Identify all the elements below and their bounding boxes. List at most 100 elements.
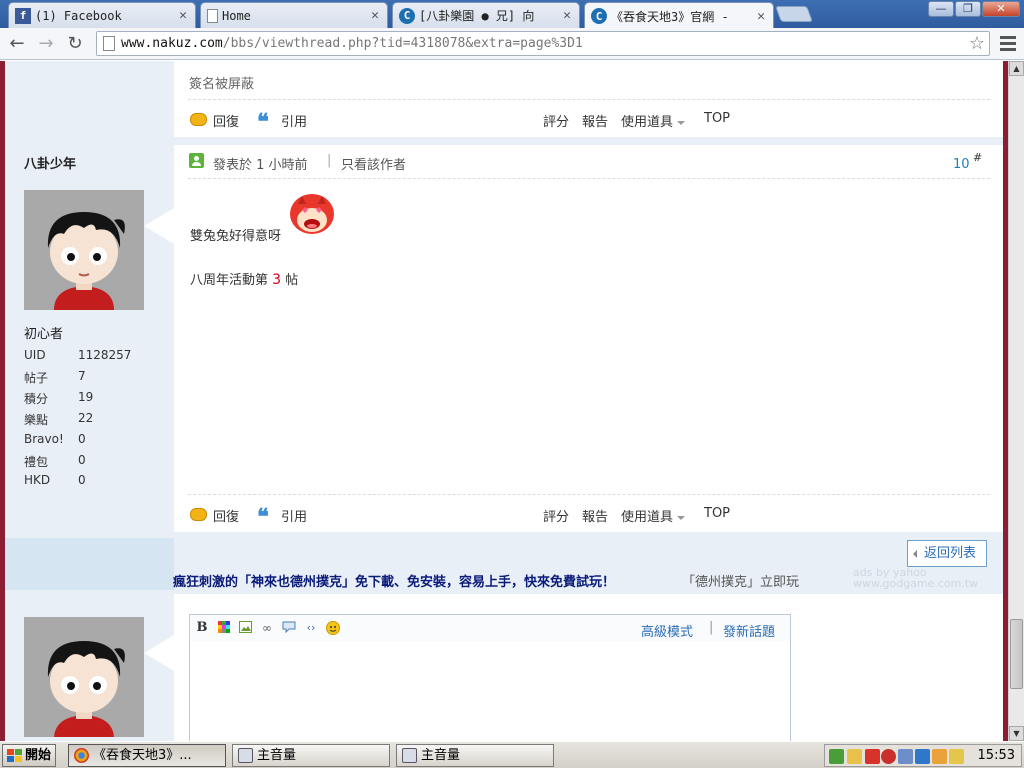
page-viewport: 簽名被屏蔽 回復 ❝ 引用 評分 報告 使用道具 TOP 八卦少年 初心者 UI… xyxy=(0,61,1008,741)
windows-taskbar: 開始 《吞食天地3》... 主音量 主音量 15:53 xyxy=(0,741,1024,768)
taskbar-item-volume[interactable]: 主音量 xyxy=(396,744,554,767)
address-bar[interactable]: www.nakuz.com/bbs/viewthread.php?tid=431… xyxy=(96,31,990,56)
stat-value: 22 xyxy=(78,411,94,425)
tab-title: Home xyxy=(222,8,251,23)
author-name[interactable]: 八卦少年 xyxy=(24,153,76,172)
color-icon[interactable] xyxy=(217,621,231,635)
tab-forum-thread[interactable]: C [八卦樂園 ● 兄] 向 ✕ xyxy=(392,2,580,28)
forward-arrow-icon[interactable]: → xyxy=(35,33,57,55)
input-method-icon[interactable] xyxy=(949,749,964,764)
tray-app-icon[interactable] xyxy=(881,749,896,764)
top-link[interactable]: TOP xyxy=(704,506,730,521)
user-icon xyxy=(189,153,204,168)
avatar[interactable] xyxy=(24,617,144,737)
reply-link[interactable]: 回復 xyxy=(213,111,239,130)
tray-app-icon[interactable] xyxy=(915,749,930,764)
bold-icon[interactable]: B xyxy=(195,621,209,635)
url-text: www.nakuz.com/bbs/viewthread.php?tid=431… xyxy=(121,36,583,51)
toolbar-separator: | xyxy=(709,620,714,635)
close-window-button[interactable]: ✕ xyxy=(982,1,1020,17)
tab-facebook[interactable]: f (1) Facebook ✕ xyxy=(8,2,196,28)
clock[interactable]: 15:53 xyxy=(978,748,1015,763)
code-icon[interactable]: ‹› xyxy=(304,621,318,635)
scroll-up-arrow-icon[interactable]: ▲ xyxy=(1009,61,1024,76)
tab-active-page[interactable]: C 《吞食天地3》官網 - ✕ xyxy=(584,2,774,29)
network-icon[interactable] xyxy=(829,749,844,764)
reply-icon[interactable] xyxy=(190,508,207,521)
back-to-list-label: 返回列表 xyxy=(924,546,977,561)
close-tab-icon[interactable]: ✕ xyxy=(753,9,769,24)
avatar-image xyxy=(24,619,144,737)
windows-logo-icon xyxy=(7,749,22,763)
smiley-icon[interactable] xyxy=(326,621,340,635)
back-to-list-button[interactable]: 返回列表 xyxy=(907,540,987,567)
quote-link[interactable]: 引用 xyxy=(281,506,307,525)
stat-label: UID xyxy=(24,348,46,362)
tray-app-icon[interactable] xyxy=(847,749,862,764)
reload-icon[interactable]: ↻ xyxy=(64,33,86,55)
back-arrow-icon[interactable]: ← xyxy=(6,33,28,55)
avatar[interactable] xyxy=(24,190,144,310)
vertical-scrollbar[interactable]: ▲ ▼ xyxy=(1008,61,1024,741)
quick-reply-box[interactable]: B ∞ ‹› 高級模式 | 發新話題 xyxy=(189,614,791,741)
bookmark-star-icon[interactable]: ☆ xyxy=(969,33,985,54)
task-label: 主音量 xyxy=(421,748,461,763)
ad-domain[interactable]: www.godgame.com.tw xyxy=(853,577,978,590)
rate-link[interactable]: 評分 xyxy=(543,111,569,130)
ad-row-left xyxy=(5,538,174,590)
header-separator: | xyxy=(327,153,332,168)
start-button[interactable]: 開始 xyxy=(2,744,56,767)
link-icon[interactable]: ∞ xyxy=(260,621,274,635)
stat-value: 7 xyxy=(78,369,86,383)
scroll-thumb[interactable] xyxy=(1010,619,1023,689)
quote-icon[interactable]: ❝ xyxy=(257,111,269,133)
floor-number[interactable]: 10 xyxy=(953,157,970,172)
avatar-pointer xyxy=(144,208,174,244)
post-message-line1: 雙兔兔好得意呀 xyxy=(190,229,282,244)
search-icon[interactable] xyxy=(898,749,913,764)
top-link[interactable]: TOP xyxy=(704,111,730,126)
rate-link[interactable]: 評分 xyxy=(543,506,569,525)
only-author-link[interactable]: 只看該作者 xyxy=(341,154,406,173)
reply-link[interactable]: 回復 xyxy=(213,506,239,525)
reply-icon[interactable] xyxy=(190,113,207,126)
close-tab-icon[interactable]: ✕ xyxy=(175,8,191,23)
close-tab-icon[interactable]: ✕ xyxy=(559,8,575,23)
close-tab-icon[interactable]: ✕ xyxy=(367,8,383,23)
quote-bubble-icon[interactable] xyxy=(282,621,296,635)
stat-label: HKD xyxy=(24,473,51,487)
volume-icon[interactable] xyxy=(932,749,947,764)
image-icon[interactable] xyxy=(238,621,252,635)
new-tab-button[interactable] xyxy=(775,6,813,22)
menu-icon[interactable] xyxy=(998,33,1018,55)
url-host: www.nakuz.com xyxy=(121,36,223,51)
taskbar-item-volume[interactable]: 主音量 xyxy=(232,744,390,767)
system-tray: 15:53 xyxy=(824,744,1022,767)
new-topic-link[interactable]: 發新話題 xyxy=(723,621,775,640)
scroll-down-arrow-icon[interactable]: ▼ xyxy=(1009,726,1024,741)
ad-tagline[interactable]: 「德州撲克」立即玩 xyxy=(682,571,799,590)
advanced-mode-link[interactable]: 高級模式 xyxy=(641,621,693,640)
page-icon xyxy=(103,36,115,51)
tools-menu[interactable]: 使用道具 xyxy=(621,111,686,130)
stat-label: 樂點 xyxy=(24,413,49,427)
minimize-button[interactable]: — xyxy=(928,1,954,17)
taskbar-item-browser[interactable]: 《吞食天地3》... xyxy=(68,744,226,767)
report-link[interactable]: 報告 xyxy=(582,111,608,130)
maximize-button[interactable]: ❐ xyxy=(955,1,981,17)
ad-headline[interactable]: 瘋狂刺激的「神來也德州撲克」免下載、免安裝，容易上手，快來免費試玩！ xyxy=(173,571,615,590)
tab-home[interactable]: Home ✕ xyxy=(200,2,388,28)
report-link[interactable]: 報告 xyxy=(582,506,608,525)
avatar-pointer xyxy=(144,635,174,671)
message-suffix: 帖 xyxy=(285,273,299,288)
quote-icon[interactable]: ❝ xyxy=(257,506,269,528)
tools-menu[interactable]: 使用道具 xyxy=(621,506,686,525)
nakuz-icon: C xyxy=(591,8,607,24)
editor-toolbar: B ∞ ‹› 高級模式 | 發新話題 xyxy=(190,615,790,641)
post-time: 發表於 1 小時前 xyxy=(213,158,308,173)
stat-value: 0 xyxy=(78,453,86,467)
tray-app-icon[interactable] xyxy=(865,749,880,764)
volume-app-icon xyxy=(238,748,253,763)
nakuz-icon: C xyxy=(399,7,415,24)
quote-link[interactable]: 引用 xyxy=(281,111,307,130)
